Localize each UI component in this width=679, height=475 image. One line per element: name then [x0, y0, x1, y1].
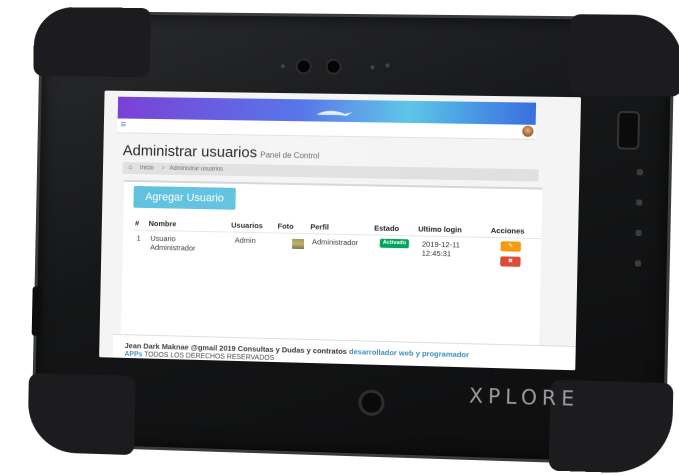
column-header-foto: Foto: [277, 221, 294, 231]
tablet-device: ≡ Administrar usuarios Panel de Control …: [27, 6, 679, 475]
edit-button[interactable]: ✎: [500, 241, 521, 252]
corner-bumper: [33, 6, 152, 78]
row-index: 1: [136, 233, 141, 243]
web-app: ≡ Administrar usuarios Panel de Control …: [99, 90, 582, 371]
pencil-icon: ✎: [508, 243, 514, 250]
side-button: [636, 199, 643, 206]
home-icon[interactable]: ⌂: [128, 162, 132, 174]
close-icon: ✖: [507, 258, 514, 265]
user-photo: [291, 238, 305, 250]
side-button: [635, 229, 642, 237]
column-header-nombre: Nombre: [148, 218, 177, 229]
screen: ≡ Administrar usuarios Panel de Control …: [99, 90, 582, 371]
sensor: [385, 63, 390, 68]
row-nombre-line2: Administrador: [150, 242, 196, 253]
breadcrumb-home-link[interactable]: Inicio: [140, 162, 154, 174]
status-badge: Activado: [379, 238, 410, 249]
sensor: [370, 65, 375, 70]
sensor: [280, 64, 285, 69]
footer-apps-link[interactable]: APPs: [124, 351, 142, 358]
front-camera: [327, 60, 340, 73]
row-login-time: 12:45:31: [421, 248, 452, 259]
delete-button[interactable]: ✖: [500, 256, 521, 267]
row-perfil: Administrador: [311, 237, 359, 248]
add-user-button[interactable]: Agregar Usuario: [133, 185, 236, 210]
column-header-ultimo-login: Ultimo login: [418, 224, 462, 235]
page-title: Administrar usuarios: [122, 142, 258, 162]
logo-icon: [317, 110, 353, 116]
fingerprint-reader: [618, 112, 639, 148]
breadcrumb-current: Administrar usuarios: [169, 165, 224, 173]
page-subtitle: Panel de Control: [260, 150, 320, 161]
column-header-usuarios: Usuarios: [231, 220, 263, 231]
user-avatar[interactable]: [522, 125, 534, 137]
breadcrumb: ⌂ Inicio > Administrar usuarios: [122, 162, 539, 182]
brand-logo: XPLORE: [468, 383, 580, 411]
row-usuario: Admin: [234, 235, 256, 246]
corner-bumper: [568, 14, 679, 97]
front-camera: [297, 60, 310, 73]
side-port: [31, 286, 43, 336]
column-header-estado: Estado: [374, 223, 400, 234]
side-button: [634, 260, 642, 267]
column-header-acciones: Acciones: [490, 225, 525, 236]
home-button[interactable]: [361, 392, 382, 414]
breadcrumb-separator: >: [161, 165, 166, 172]
corner-bumper: [27, 372, 136, 456]
hamburger-menu-icon[interactable]: ≡: [120, 119, 126, 130]
column-header-perfil: Perfil: [310, 222, 330, 232]
side-button: [636, 169, 643, 176]
column-header-index: #: [134, 218, 140, 228]
footer-link[interactable]: desarrollador web y programador: [349, 347, 469, 359]
